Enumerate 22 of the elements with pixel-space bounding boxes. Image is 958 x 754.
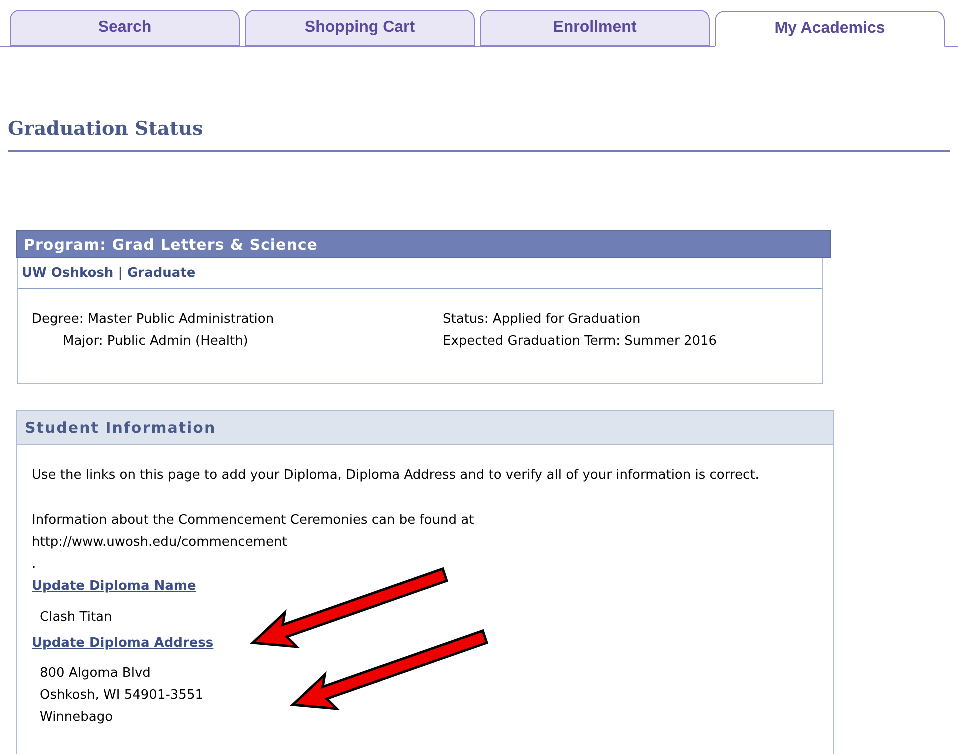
tab[interactable]: Search — [10, 10, 240, 46]
address-line: Winnebago — [40, 708, 114, 726]
commencement-text: Information about the Commencement Ceremonies can be found at — [32, 512, 476, 530]
address-line: 800 Algoma Blvd — [40, 664, 151, 682]
program-header: Program: Grad Letters & Science — [16, 230, 831, 258]
diploma-name-text: Clash Titan — [40, 608, 112, 626]
major-text: Major: Public Admin (Health) — [62, 332, 250, 350]
status-text: Status: Applied for Graduation — [443, 310, 642, 328]
address-line: Oshkosh, WI 54901-3551 — [40, 686, 204, 704]
intro-text: Use the links on this page to add your Diploma, Diploma Address and to verify all of your information is correct. — [32, 466, 760, 484]
commencement-link[interactable]: http://www.uwosh.edu/commencement — [32, 532, 288, 554]
update-address-link[interactable]: Update Diploma Address — [32, 632, 214, 654]
tab[interactable]: Shopping Cart — [245, 10, 475, 46]
page-title: Graduation Status — [8, 117, 204, 142]
tab[interactable]: Enrollment — [480, 10, 710, 46]
period-text: . — [32, 556, 36, 574]
expected-term-text: Expected Graduation Term: Summer 2016 — [443, 332, 718, 350]
update-name-link[interactable]: Update Diploma Name — [32, 576, 196, 598]
degree-text: Degree: Master Public Administration — [32, 310, 276, 328]
institution-label: UW Oshkosh | Graduate — [18, 258, 822, 288]
section-header: Student Information — [17, 410, 833, 444]
tab[interactable]: My Academics — [715, 11, 945, 47]
